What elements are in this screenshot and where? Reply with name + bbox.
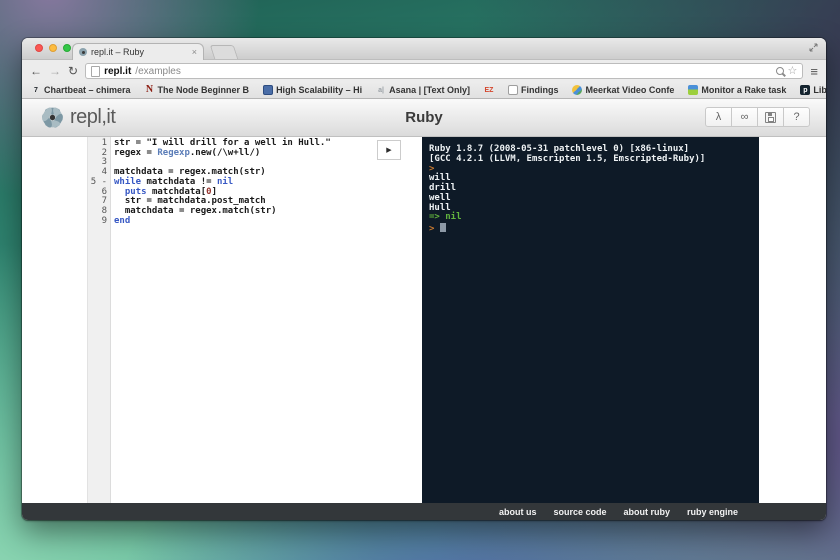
- url-domain: repl.it: [104, 65, 132, 77]
- browser-titlebar: repl.it – Ruby ×: [22, 38, 826, 60]
- chartbeat-icon: 7: [34, 86, 38, 94]
- code-line[interactable]: end: [114, 216, 419, 227]
- bookmark-label: Libraries \ Processin: [813, 85, 826, 95]
- console-line: [GCC 4.2.1 (LLVM, Emscripten 1.5, Emscri…: [429, 153, 706, 164]
- replit-header: repl,it Ruby λ ∞ ?: [22, 99, 826, 137]
- chrome-menu-icon[interactable]: ≡: [810, 65, 818, 78]
- bookmark-label: Monitor a Rake task: [701, 85, 787, 95]
- code-editor[interactable]: str = "I will drill for a well in Hull."…: [111, 137, 419, 503]
- search-icon[interactable]: [775, 67, 784, 75]
- node-beginner-icon: N: [145, 84, 154, 95]
- rake-task-icon: [688, 85, 699, 95]
- bookmark-label: Asana | [Text Only]: [389, 85, 470, 95]
- console-output[interactable]: Ruby 1.8.7 (2008-05-31 patchlevel 0) [x8…: [422, 137, 759, 503]
- code-line[interactable]: matchdata = regex.match(str): [114, 206, 419, 217]
- footer-link-source-code[interactable]: source code: [553, 507, 606, 517]
- bookmark-star-icon[interactable]: ☆: [788, 65, 798, 77]
- console-line: drill: [429, 183, 457, 193]
- bookmark-item[interactable]: High Scalability – Hi: [263, 85, 362, 95]
- line-number: 9: [101, 215, 107, 226]
- right-margin: [759, 137, 826, 503]
- console-line: >: [429, 163, 435, 174]
- bookmark-item[interactable]: Findings: [507, 85, 559, 95]
- save-icon: [765, 111, 776, 123]
- forward-button[interactable]: →: [49, 65, 61, 77]
- address-bar[interactable]: repl.it /examples ☆: [85, 63, 804, 79]
- meerkat-icon: [572, 85, 583, 95]
- main-content: 12345 -6789 str = "I will drill for a we…: [22, 137, 826, 503]
- bookmark-item[interactable]: pLibraries \ Processin: [800, 85, 826, 95]
- bookmark-label: The Node Beginner B: [157, 85, 250, 95]
- replit-footer: about us source code about ruby ruby engine: [22, 503, 826, 520]
- console-line: >: [429, 223, 759, 235]
- editor-gutter: 12345 -6789: [87, 137, 111, 503]
- window-resize-icon[interactable]: [809, 43, 818, 52]
- url-path: /examples: [135, 65, 181, 77]
- browser-tab[interactable]: repl.it – Ruby ×: [72, 43, 204, 60]
- zoom-window-button[interactable]: [63, 44, 71, 52]
- browser-window: repl.it – Ruby × ← → ↻ repl.it /examples…: [22, 38, 826, 520]
- bookmark-label: High Scalability – Hi: [276, 85, 363, 95]
- footer-link-ruby-engine[interactable]: ruby engine: [687, 507, 738, 517]
- help-button[interactable]: ?: [783, 107, 810, 127]
- minimize-window-button[interactable]: [49, 44, 57, 52]
- header-button-group: λ ∞ ?: [705, 107, 810, 127]
- bookmark-item[interactable]: N The Node Beginner B: [145, 84, 250, 96]
- console-line: => nil: [429, 212, 462, 223]
- save-button[interactable]: [757, 107, 784, 127]
- bookmark-item[interactable]: a| Asana | [Text Only]: [376, 85, 470, 95]
- replit-favicon-icon: [79, 48, 87, 56]
- bookmark-label: Meerkat Video Confe: [585, 85, 675, 95]
- tab-close-icon[interactable]: ×: [192, 47, 197, 57]
- run-button[interactable]: ▶: [377, 140, 401, 160]
- back-button[interactable]: ←: [30, 65, 42, 77]
- console-line: well: [429, 192, 451, 203]
- bookmarks-bar: 7 Chartbeat – chimera N The Node Beginner B…: [22, 82, 826, 99]
- share-link-button[interactable]: ∞: [731, 107, 758, 127]
- console-line: will: [429, 173, 451, 184]
- reload-button[interactable]: ↻: [68, 65, 78, 77]
- console-cursor: [439, 223, 446, 232]
- browser-toolbar: ← → ↻ repl.it /examples ☆ ≡: [22, 60, 826, 82]
- bookmark-item[interactable]: Meerkat Video Confe: [572, 85, 674, 95]
- tab-title: repl.it – Ruby: [91, 47, 145, 57]
- bookmark-label: Findings: [520, 85, 559, 95]
- lambda-examples-button[interactable]: λ: [705, 107, 732, 127]
- findings-icon: [507, 85, 518, 95]
- close-window-button[interactable]: [35, 44, 43, 52]
- console-line: Hull: [429, 202, 451, 213]
- new-tab-button[interactable]: [209, 45, 239, 59]
- left-margin: [22, 137, 87, 503]
- bookmark-item[interactable]: 7 Chartbeat – chimera: [31, 85, 131, 95]
- footer-link-about-ruby[interactable]: about ruby: [623, 507, 670, 517]
- bookmark-item[interactable]: Monitor a Rake task: [688, 85, 786, 95]
- code-line[interactable]: regex = Regexp.new(/\w+ll/): [114, 148, 419, 159]
- bookmark-item[interactable]: EZ: [484, 85, 494, 95]
- window-controls: [35, 44, 71, 52]
- footer-link-about-us[interactable]: about us: [499, 507, 537, 517]
- asana-icon: a|: [378, 86, 385, 94]
- high-scalability-icon: [263, 85, 274, 95]
- page-icon: [91, 65, 101, 77]
- processing-icon: p: [800, 85, 811, 95]
- bookmark-label: Chartbeat – chimera: [44, 85, 131, 95]
- ez-icon: EZ: [484, 86, 494, 94]
